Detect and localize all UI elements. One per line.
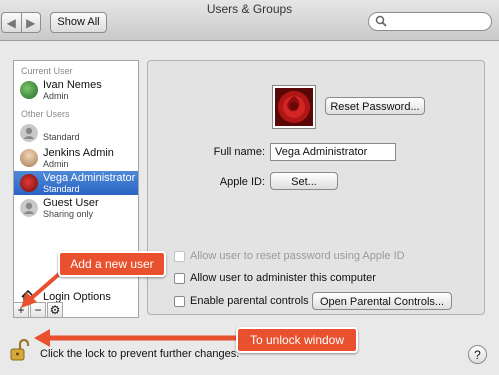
annotation-arrows [21,266,239,347]
add-user-callout: Add a new user [58,251,166,277]
unlock-callout: To unlock window [236,327,358,353]
